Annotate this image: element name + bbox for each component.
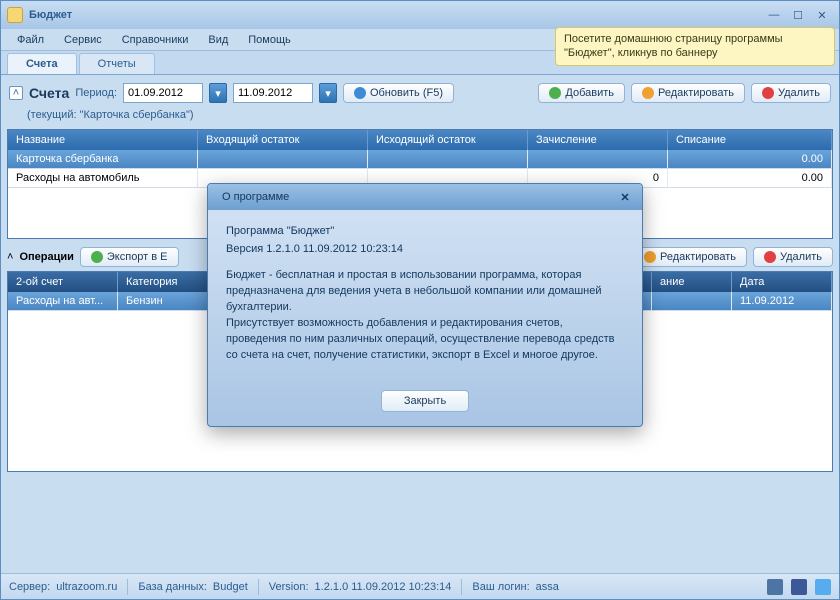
titlebar: Бюджет — ☐ ✕ bbox=[1, 1, 839, 29]
status-version-label: Version: bbox=[269, 581, 309, 593]
current-account-label: (текущий: "Карточка сбербанка") bbox=[7, 109, 833, 125]
accounts-delete-button[interactable]: Удалить bbox=[751, 83, 831, 103]
about-body: Программа "Бюджет" Версия 1.2.1.0 11.09.… bbox=[208, 210, 642, 390]
maximize-button[interactable]: ☐ bbox=[787, 6, 809, 24]
ops-delete-button[interactable]: Удалить bbox=[753, 247, 833, 267]
pencil-icon bbox=[644, 251, 656, 263]
menu-file[interactable]: Файл bbox=[7, 31, 54, 49]
status-login: assa bbox=[536, 581, 559, 593]
cell-debit: 0.00 bbox=[668, 150, 832, 168]
col-credit[interactable]: Зачисление bbox=[528, 130, 668, 150]
app-window: Бюджет — ☐ ✕ Файл Сервис Справочники Вид… bbox=[0, 0, 840, 600]
status-db-label: База данных: bbox=[138, 581, 207, 593]
add-label: Добавить bbox=[565, 87, 614, 99]
cell-out bbox=[368, 150, 528, 168]
status-login-label: Ваш логин: bbox=[472, 581, 529, 593]
cell-cat: Бензин bbox=[118, 292, 208, 310]
about-titlebar: О программе ✕ bbox=[208, 184, 642, 210]
cell-in bbox=[198, 150, 368, 168]
tab-reports[interactable]: Отчеты bbox=[79, 53, 155, 74]
date-from-dropdown-icon[interactable]: ▾ bbox=[209, 83, 227, 103]
about-title-text: О программе bbox=[222, 191, 289, 203]
col-out[interactable]: Исходящий остаток bbox=[368, 130, 528, 150]
export-label: Экспорт в E bbox=[107, 251, 168, 263]
accounts-grid-head: Название Входящий остаток Исходящий оста… bbox=[8, 130, 832, 150]
col-c5[interactable]: ание bbox=[652, 272, 732, 292]
statusbar: Сервер: ultrazoom.ru База данных: Budget… bbox=[1, 573, 839, 599]
accounts-edit-button[interactable]: Редактировать bbox=[631, 83, 745, 103]
vk-icon[interactable] bbox=[767, 579, 783, 595]
delete-label: Удалить bbox=[778, 87, 820, 99]
about-close-button[interactable]: Закрыть bbox=[381, 390, 469, 412]
delete-icon bbox=[764, 251, 776, 263]
date-to-input[interactable] bbox=[233, 83, 313, 103]
accounts-title: Счета bbox=[29, 85, 69, 101]
facebook-icon[interactable] bbox=[791, 579, 807, 595]
period-label: Период: bbox=[75, 87, 117, 99]
cell-acc2: Расходы на авт... bbox=[8, 292, 118, 310]
col-in[interactable]: Входящий остаток bbox=[198, 130, 368, 150]
cell-date: 11.09.2012 bbox=[732, 292, 832, 310]
close-button[interactable]: ✕ bbox=[811, 6, 833, 24]
app-icon bbox=[7, 7, 23, 23]
collapse-accounts-icon[interactable]: ˄ bbox=[9, 86, 23, 100]
plus-icon bbox=[549, 87, 561, 99]
col-debit[interactable]: Списание bbox=[668, 130, 832, 150]
cell-name: Расходы на автомобиль bbox=[8, 169, 198, 187]
pencil-icon bbox=[642, 87, 654, 99]
refresh-icon bbox=[354, 87, 366, 99]
menu-view[interactable]: Вид bbox=[198, 31, 238, 49]
date-to-dropdown-icon[interactable]: ▾ bbox=[319, 83, 337, 103]
refresh-label: Обновить (F5) bbox=[370, 87, 443, 99]
menu-references[interactable]: Справочники bbox=[112, 31, 199, 49]
app-title: Бюджет bbox=[29, 9, 761, 21]
edit-label: Редактировать bbox=[660, 251, 736, 263]
twitter-icon[interactable] bbox=[815, 579, 831, 595]
status-version: 1.2.1.0 11.09.2012 10:23:14 bbox=[315, 581, 452, 593]
close-label: Закрыть bbox=[404, 395, 446, 407]
about-ver: Версия 1.2.1.0 11.09.2012 10:23:14 bbox=[226, 242, 624, 258]
refresh-button[interactable]: Обновить (F5) bbox=[343, 83, 454, 103]
ops-title: Операции bbox=[19, 251, 73, 263]
about-dialog: О программе ✕ Программа "Бюджет" Версия … bbox=[207, 183, 643, 427]
edit-label: Редактировать bbox=[658, 87, 734, 99]
about-close-icon[interactable]: ✕ bbox=[616, 188, 634, 206]
accounts-header: ˄ Счета Период: ▾ ▾ Обновить (F5) Добави… bbox=[7, 81, 833, 105]
about-footer: Закрыть bbox=[208, 390, 642, 426]
about-desc: Бюджет - бесплатная и простая в использо… bbox=[226, 268, 624, 364]
tab-accounts[interactable]: Счета bbox=[7, 53, 77, 74]
menu-service[interactable]: Сервис bbox=[54, 31, 112, 49]
menubar: Файл Сервис Справочники Вид Помощь Посет… bbox=[1, 29, 839, 51]
status-db: Budget bbox=[213, 581, 248, 593]
collapse-ops-icon[interactable]: ˄ bbox=[7, 251, 13, 263]
ops-export-button[interactable]: Экспорт в E bbox=[80, 247, 179, 267]
col-name[interactable]: Название bbox=[8, 130, 198, 150]
cell-credit bbox=[528, 150, 668, 168]
menu-help[interactable]: Помощь bbox=[238, 31, 301, 49]
cell-c5 bbox=[652, 292, 732, 310]
delete-icon bbox=[762, 87, 774, 99]
col-cat[interactable]: Категория bbox=[118, 272, 208, 292]
ops-edit-button[interactable]: Редактировать bbox=[633, 247, 747, 267]
date-from-input[interactable] bbox=[123, 83, 203, 103]
accounts-add-button[interactable]: Добавить bbox=[538, 83, 625, 103]
col-date[interactable]: Дата bbox=[732, 272, 832, 292]
status-server: ultrazoom.ru bbox=[56, 581, 117, 593]
cell-name: Карточка сбербанка bbox=[8, 150, 198, 168]
cell-debit: 0.00 bbox=[668, 169, 832, 187]
status-server-label: Сервер: bbox=[9, 581, 50, 593]
col-acc2[interactable]: 2-ой счет bbox=[8, 272, 118, 292]
excel-icon bbox=[91, 251, 103, 263]
table-row[interactable]: Карточка сбербанка 0.00 bbox=[8, 150, 832, 169]
minimize-button[interactable]: — bbox=[763, 6, 785, 24]
delete-label: Удалить bbox=[780, 251, 822, 263]
about-prog: Программа "Бюджет" bbox=[226, 224, 624, 240]
hint-banner[interactable]: Посетите домашнюю страницу программы "Бю… bbox=[555, 27, 835, 66]
